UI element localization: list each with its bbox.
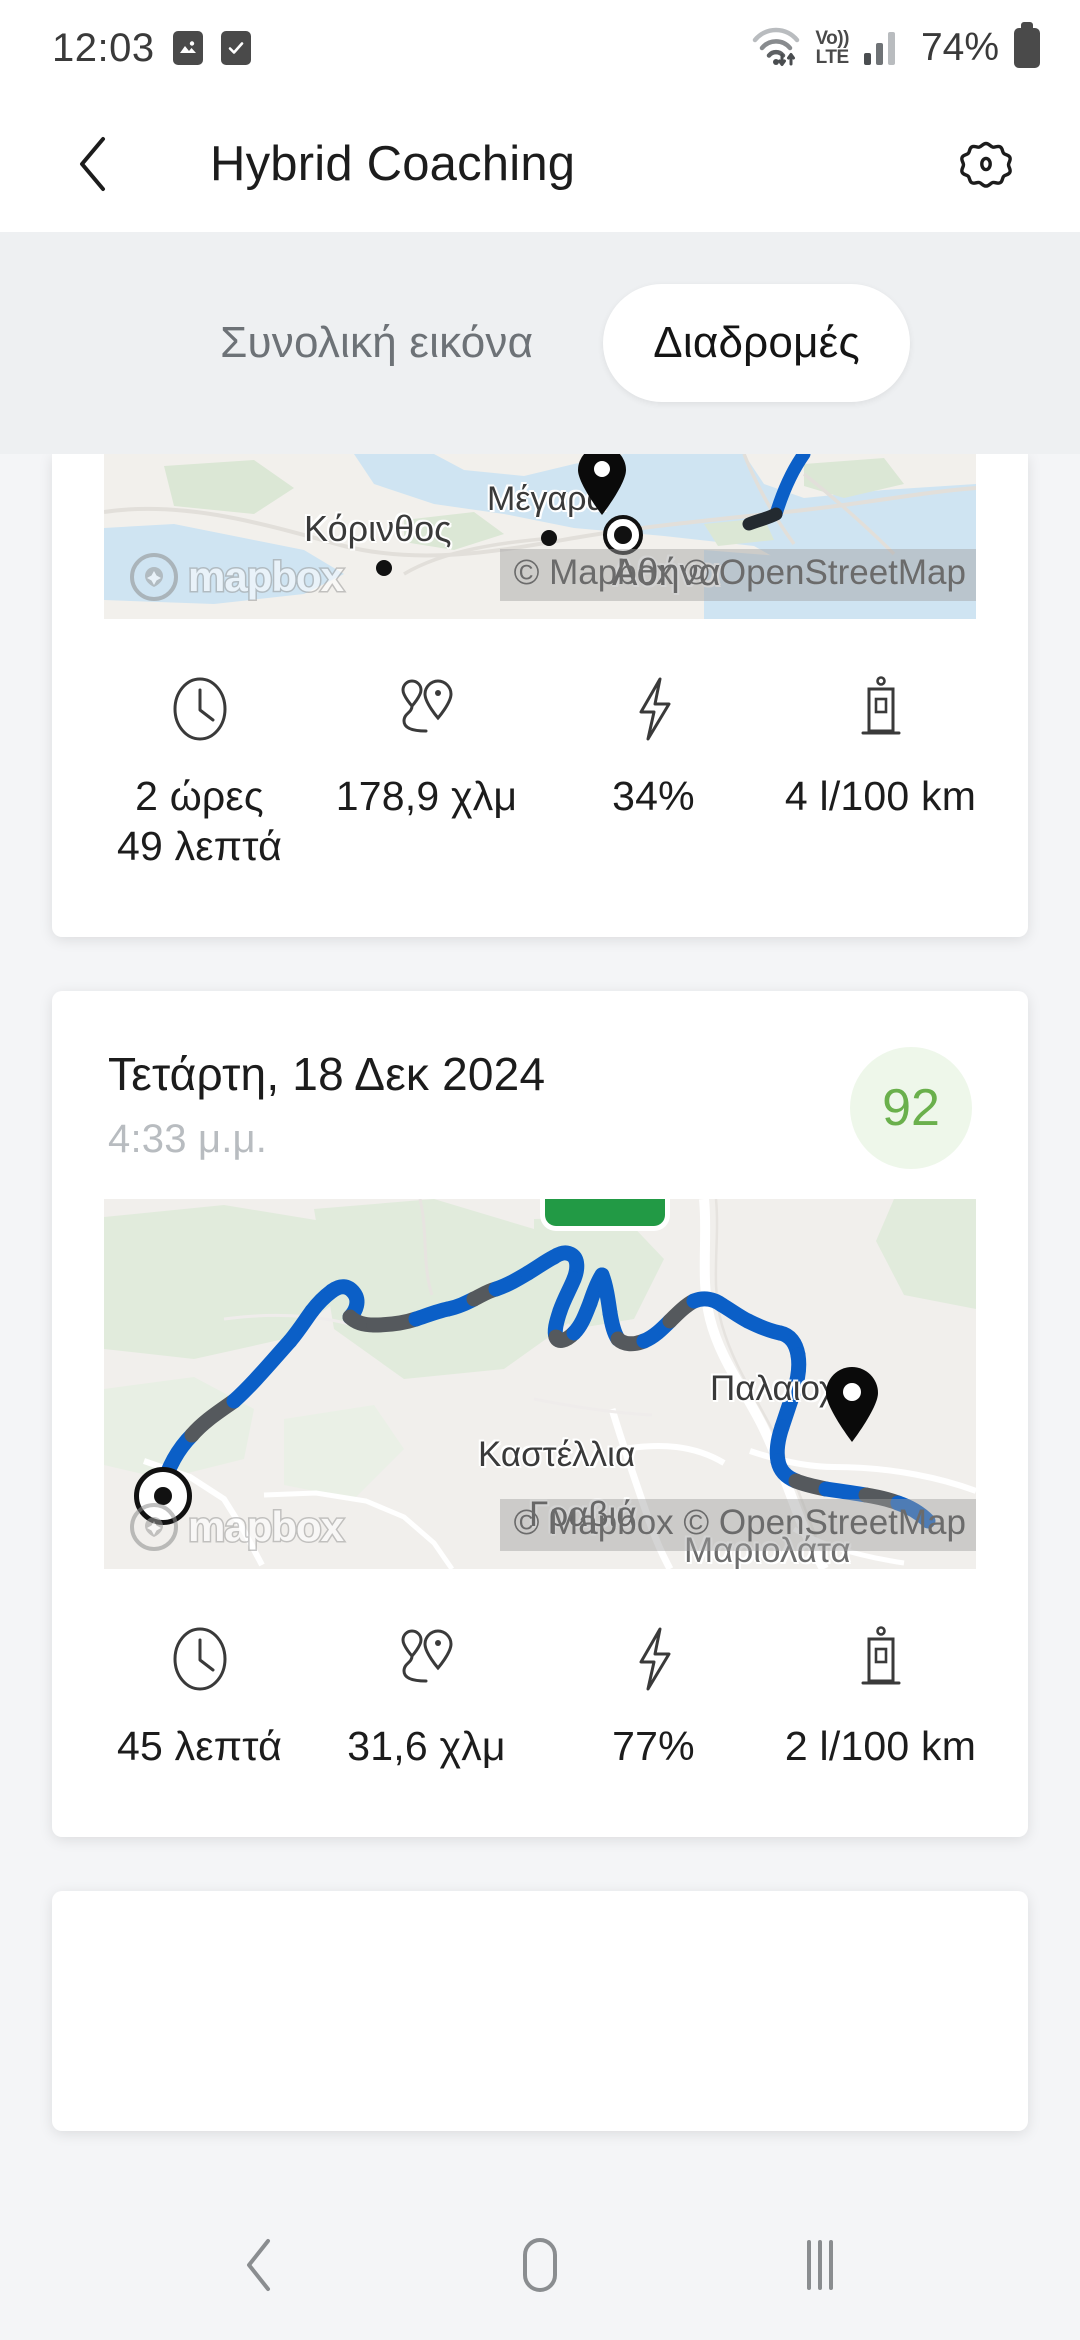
route-pins-icon [392,673,462,745]
stat-consumption: 2 l/100 km [767,1623,994,1771]
back-button[interactable] [58,128,130,200]
map-label: Καστέλλια [478,1435,636,1475]
trip-card[interactable] [52,1891,1028,2132]
route-end-pin [824,1367,880,1443]
status-bar-right: Vo)) LTE 74% [750,24,1040,73]
map-city-dot [541,530,557,546]
fuel-pump-icon [854,1623,908,1695]
trip-map[interactable]: Παλαιοχώ Καστέλλια Γραβιά Μαριολάτα mapb… [104,1199,976,1570]
status-clock: 12:03 [52,25,155,70]
map-label: Κόρινθος [304,508,452,549]
app-header: Hybrid Coaching [0,96,1080,232]
lightning-bolt-icon [629,1623,679,1695]
stat-value: 77% [612,1723,695,1770]
checkbox-icon [220,31,251,65]
mapbox-mark-icon [130,1503,178,1552]
mapbox-mark-icon [130,553,178,601]
image-icon [172,31,203,65]
signal-bars-icon [862,26,904,71]
stat-duration: 2 ώρες 49 λεπτά [86,673,313,871]
mapbox-wordmark: mapbox [186,552,345,602]
trip-map[interactable]: Κόρινθος Μέγαρα Αθήνα mapbox © Mapbox © … [104,454,976,619]
stat-value: 31,6 χλμ [347,1723,506,1770]
stat-electric: 77% [540,1623,767,1771]
stat-electric: 34% [540,673,767,871]
settings-button[interactable] [948,126,1024,202]
trip-card[interactable]: Κόρινθος Μέγαρα Αθήνα mapbox © Mapbox © … [52,454,1028,938]
map-attribution: © Mapbox © OpenStreetMap [499,549,976,601]
nav-back-icon[interactable] [205,2210,315,2320]
stat-duration: 45 λεπτά [86,1623,313,1771]
stat-value: 2 l/100 km [784,1723,977,1770]
status-bar: 12:03 Vo)) LTE 74% [0,0,1080,96]
trip-stats-row: 2 ώρες 49 λεπτά 178,9 χλμ 34% 4 l/100 km [52,619,1028,937]
app-root: 12:03 Vo)) LTE 74% Hybrid Coaching Συνολ… [0,0,1080,2340]
stat-consumption: 4 l/100 km [767,673,994,871]
trip-card-header-texts: Τετάρτη, 18 Δεκ 2024 4:33 μ.μ. [108,1047,545,1162]
fuel-pump-icon [854,673,908,745]
battery-percentage: 74% [920,26,999,69]
mapbox-wordmark: mapbox [186,1502,345,1552]
page-title: Hybrid Coaching [210,137,576,191]
trip-stats-row: 45 λεπτά 31,6 χλμ 77% 2 l/100 km [52,1569,1028,1837]
stat-value: 178,9 χλμ [335,773,518,819]
stat-value: 4 l/100 km [784,773,977,819]
route-pins-icon [392,1623,462,1695]
mapbox-logo: mapbox [130,552,346,602]
trip-score-badge: 92 [850,1047,972,1170]
mapbox-logo: mapbox [130,1502,346,1552]
nav-home-icon[interactable] [485,2210,595,2320]
stat-value: 34% [612,773,695,819]
trip-card[interactable]: Τετάρτη, 18 Δεκ 2024 4:33 μ.μ. 92 Παλαιο… [52,991,1028,1838]
route-end-pin [576,454,628,516]
clock-icon [170,1623,230,1695]
map-attribution: © Mapbox © OpenStreetMap [499,1499,976,1552]
battery-icon [1014,28,1040,68]
trip-card-header: Τετάρτη, 18 Δεκ 2024 4:33 μ.μ. 92 [52,991,1028,1170]
volte-icon: Vo)) LTE [815,28,849,68]
tab-bar: Συνολική εικόνα Διαδρομές [0,232,1080,454]
highway-shield-icon [540,1199,670,1232]
map-city-dot [376,560,392,576]
wifi-icon [750,24,802,73]
tab-routes[interactable]: Διαδρομές [603,284,910,402]
android-nav-bar [0,2190,1080,2340]
stat-distance: 178,9 χλμ [313,673,540,871]
status-bar-left: 12:03 [52,26,251,71]
nav-recents-icon[interactable] [765,2210,875,2320]
stat-value: 45 λεπτά [117,1723,282,1770]
stat-distance: 31,6 χλμ [313,1623,540,1771]
stat-value: 2 ώρες 49 λεπτά [117,773,282,870]
trip-time: 4:33 μ.μ. [108,1117,268,1162]
lightning-bolt-icon [629,673,679,745]
trip-date: Τετάρτη, 18 Δεκ 2024 [108,1048,546,1101]
clock-icon [170,673,230,745]
tab-overview[interactable]: Συνολική εικόνα [170,284,583,402]
trip-list-scroll-area[interactable]: Κόρινθος Μέγαρα Αθήνα mapbox © Mapbox © … [0,454,1080,2190]
